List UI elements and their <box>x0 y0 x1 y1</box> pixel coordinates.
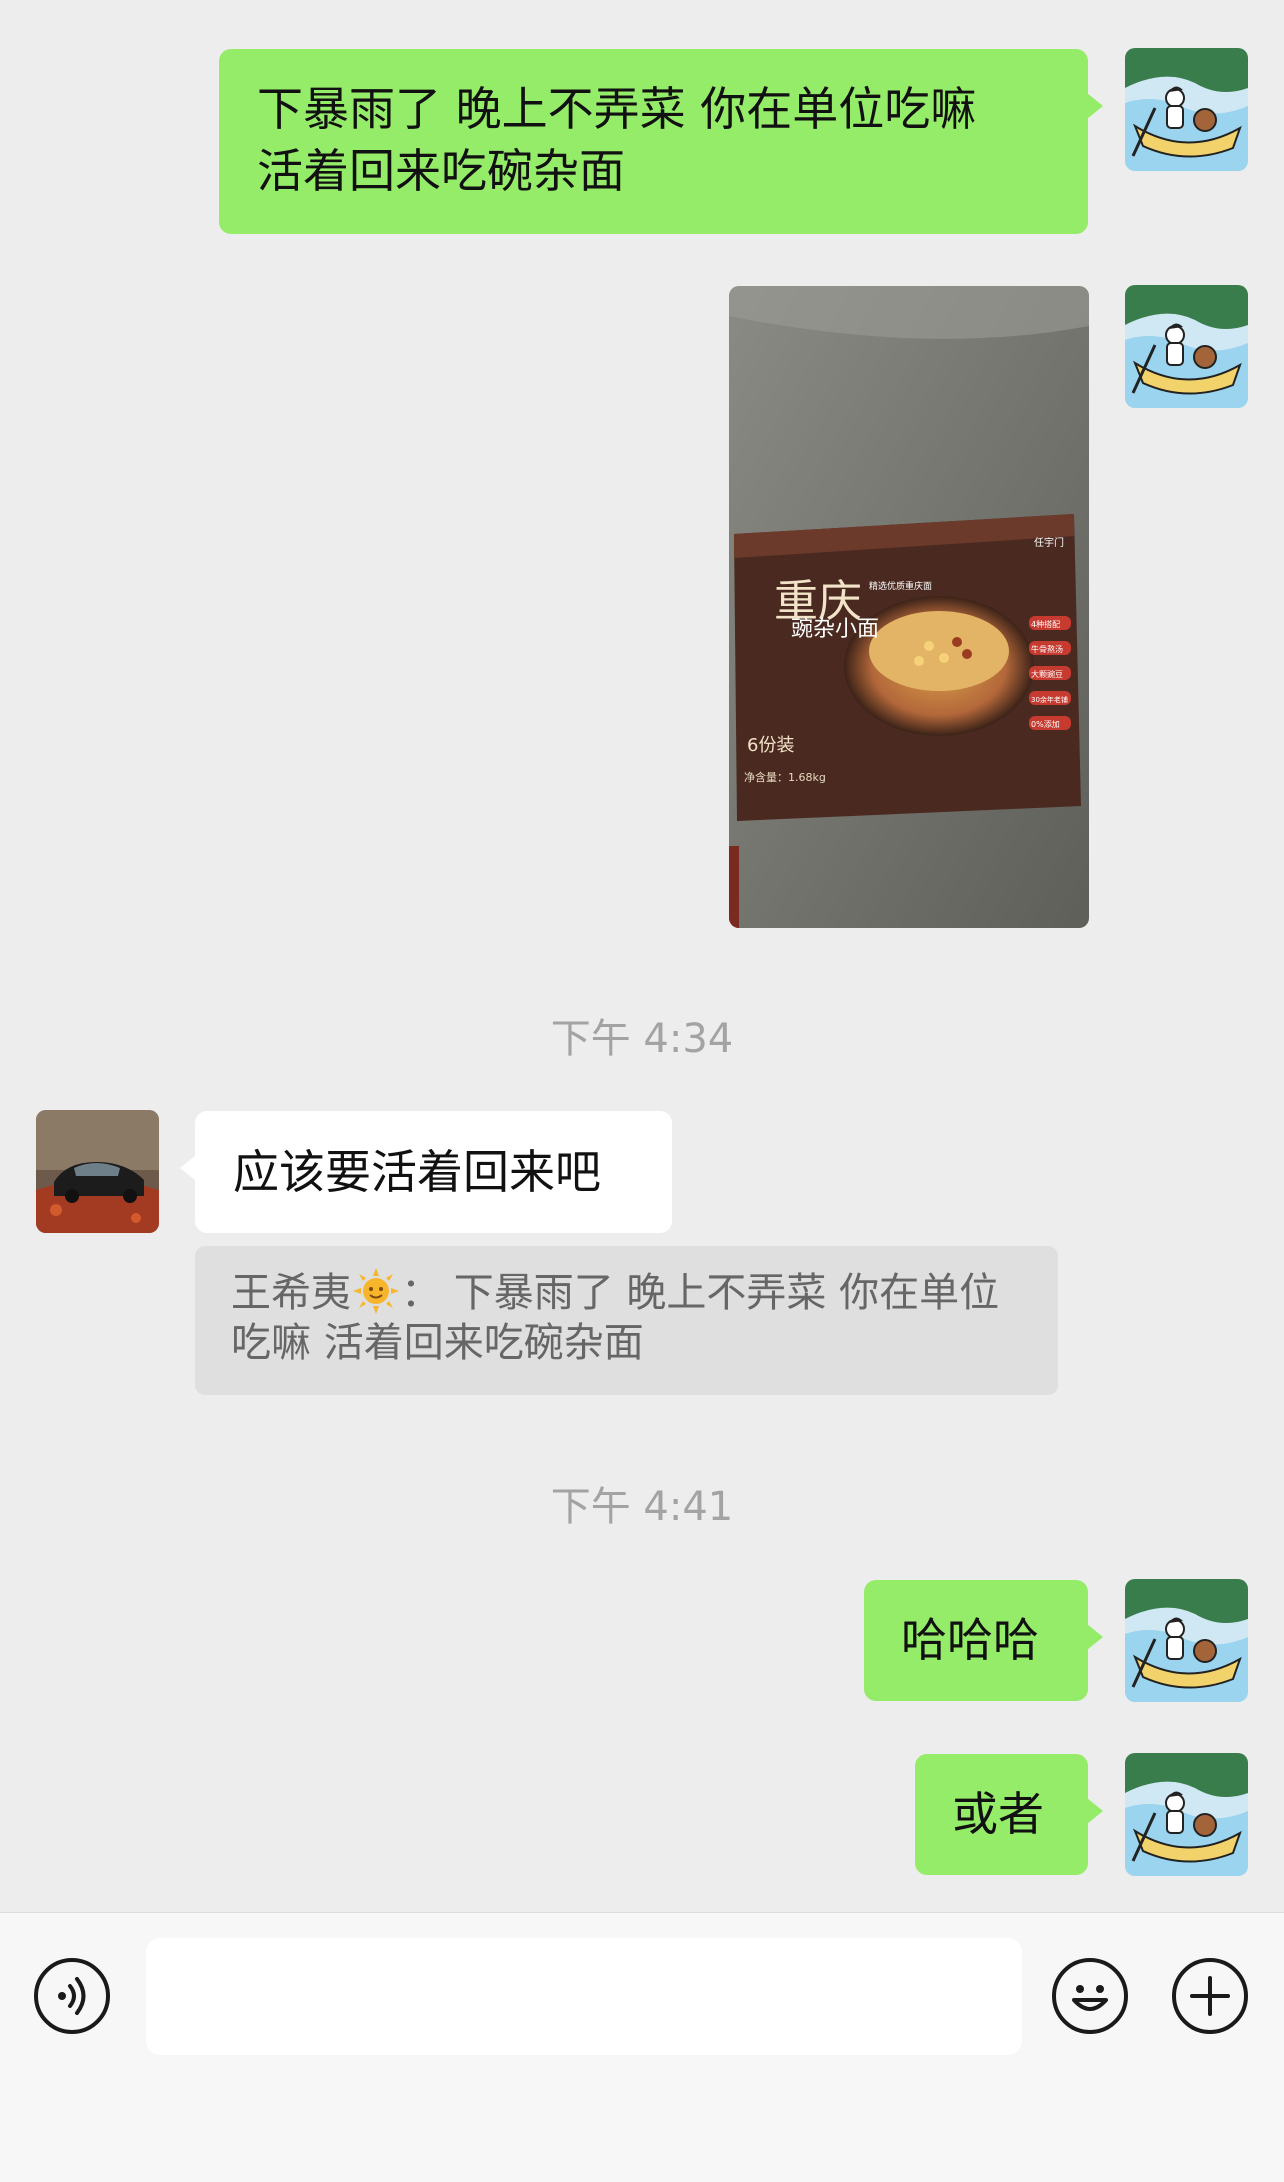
photo-feature: 0%添加 <box>1031 719 1060 729</box>
contact-avatar[interactable] <box>36 1110 159 1233</box>
self-avatar[interactable] <box>1125 285 1248 408</box>
sun-emoji-icon <box>353 1268 399 1314</box>
voice-button[interactable] <box>34 1958 110 2034</box>
emoji-button[interactable] <box>1052 1958 1128 2034</box>
self-avatar[interactable] <box>1125 1753 1248 1876</box>
photo-title-small: 豌杂小面 <box>791 617 879 642</box>
self-avatar[interactable] <box>1125 48 1248 171</box>
shared-photo[interactable]: 重庆 豌杂小面 精选优质重庆面 任宇门 4种搭配 牛骨熬汤 大颗豌豆 30余年老… <box>729 286 1089 928</box>
self-avatar[interactable] <box>1125 1579 1248 1702</box>
photo-feature: 30余年老铺 <box>1031 695 1068 704</box>
quote-sender: 王希夷 <box>231 1270 351 1316</box>
photo-brand: 任宇门 <box>1034 536 1064 549</box>
timestamp: 下午 4:34 <box>550 1016 734 1062</box>
voice-icon <box>58 1977 86 2015</box>
photo-servings: 6份装 <box>747 735 794 756</box>
photo-badge-top: 精选优质重庆面 <box>869 580 932 592</box>
emoji-icon <box>1072 1985 1108 2011</box>
photo-net-weight: 净含量：1.68kg <box>744 770 826 784</box>
photo-feature: 大颗豌豆 <box>1031 669 1063 679</box>
chat-area[interactable]: 下暴雨了 晚上不弄菜 你在单位吃嘛 活着回来吃碗杂面 重庆 豌杂小面 精选优质重… <box>0 0 1284 1912</box>
more-button[interactable] <box>1172 1958 1248 2034</box>
photo-feature: 牛骨熬汤 <box>1031 644 1063 654</box>
message-bubble-self[interactable]: 下暴雨了 晚上不弄菜 你在单位吃嘛 活着回来吃碗杂面 <box>219 49 1103 234</box>
quote-separator: ： <box>401 1270 441 1316</box>
message-input[interactable] <box>146 1938 1022 2055</box>
plus-icon <box>1190 1976 1230 2016</box>
message-bubble-contact[interactable]: 应该要活着回来吧 <box>180 1111 672 1233</box>
quoted-message[interactable]: 王希夷 ： 下暴雨了 晚上不弄菜 你在单位吃嘛 活着回来吃碗杂面 <box>195 1246 1058 1395</box>
timestamp: 下午 4:41 <box>550 1484 734 1530</box>
message-bubble-self[interactable]: 哈哈哈 <box>864 1580 1103 1701</box>
message-bubble-self[interactable]: 或者 <box>915 1754 1103 1875</box>
photo-feature: 4种搭配 <box>1031 619 1060 629</box>
